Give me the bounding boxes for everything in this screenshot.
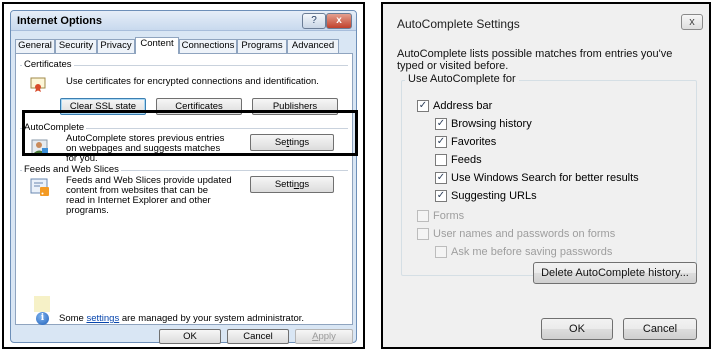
tab-general[interactable]: General <box>15 39 55 53</box>
checkbox-unchecked[interactable] <box>435 154 447 166</box>
checkbox-row[interactable]: Feeds <box>435 154 482 168</box>
content-tab-panel: Certificates Use certificates for encryp… <box>15 53 353 325</box>
delete-autocomplete-history-button[interactable]: Delete AutoComplete history... <box>533 262 697 284</box>
checkbox-unchecked <box>435 246 447 258</box>
admin-managed-note: Some settings are managed by your system… <box>59 313 305 324</box>
autocomplete-settings-dialog: AutoComplete Settings x AutoComplete lis… <box>383 4 709 347</box>
autocomplete-intro-text: AutoComplete lists possible matches from… <box>397 48 673 72</box>
checkbox-checked[interactable]: ✓ <box>435 172 447 184</box>
close-button[interactable]: x <box>326 13 352 29</box>
cancel-button[interactable]: Cancel <box>623 318 697 340</box>
checkbox-row[interactable]: ✓ Favorites <box>435 136 496 150</box>
autocomplete-settings-button[interactable]: Settings <box>250 134 334 151</box>
tab-privacy[interactable]: Privacy <box>97 39 135 53</box>
publishers-button[interactable]: Publishers <box>252 98 338 115</box>
checkbox-label: Ask me before saving passwords <box>451 246 613 258</box>
checkbox-row: User names and passwords on forms <box>417 228 615 242</box>
checkbox-label: Address bar <box>433 100 493 112</box>
certificates-group-label: Certificates <box>22 59 74 70</box>
tab-programs[interactable]: Programs <box>237 39 287 53</box>
ok-button[interactable]: OK <box>541 318 613 340</box>
checkbox-label: Favorites <box>451 136 497 148</box>
yellow-info-strip <box>34 296 50 312</box>
help-button[interactable]: ? <box>302 13 326 29</box>
title-bar: Internet Options ? x <box>11 11 356 31</box>
info-icon: i <box>36 312 49 325</box>
tab-advanced[interactable]: Advanced <box>287 39 339 53</box>
checkbox-row[interactable]: ✓ Browsing history <box>435 118 532 132</box>
checkbox-checked[interactable]: ✓ <box>435 190 447 202</box>
checkbox-label: Feeds <box>451 154 482 166</box>
dialog-title: AutoComplete Settings <box>397 17 520 31</box>
ok-button[interactable]: OK <box>159 329 221 344</box>
dialog-title: Internet Options <box>17 15 102 27</box>
checkbox-label: Forms <box>433 210 465 222</box>
feeds-icon <box>30 178 49 196</box>
cancel-button[interactable]: Cancel <box>227 329 289 344</box>
close-button[interactable]: x <box>681 14 703 30</box>
checkbox-label: User names and passwords on forms <box>433 228 616 240</box>
close-icon: x <box>689 16 695 28</box>
checkbox-row[interactable]: ✓ Use Windows Search for better results <box>435 172 639 186</box>
checkbox-checked[interactable]: ✓ <box>417 100 429 112</box>
checkbox-label: Browsing history <box>451 118 532 130</box>
checkbox-unchecked <box>417 210 429 222</box>
checkbox-label: Suggesting URLs <box>451 190 537 202</box>
checkbox-row[interactable]: ✓ Address bar <box>417 100 492 114</box>
clear-ssl-state-button[interactable]: Clear SSL state <box>60 98 146 115</box>
certificates-button[interactable]: Certificates <box>156 98 242 115</box>
apply-button[interactable]: Apply <box>295 329 353 344</box>
autocomplete-settings-screenshot-frame: AutoComplete Settings x AutoComplete lis… <box>381 2 711 349</box>
internet-options-dialog: Internet Options ? x General Security Pr… <box>10 10 357 344</box>
checkbox-row: Ask me before saving passwords <box>435 246 612 260</box>
tab-content[interactable]: Content <box>135 37 179 54</box>
help-icon: ? <box>311 15 317 26</box>
internet-options-screenshot-frame: Internet Options ? x General Security Pr… <box>2 2 365 349</box>
autocomplete-group-label: AutoComplete <box>22 122 87 133</box>
checkbox-row: Forms <box>417 210 464 224</box>
settings-link[interactable]: settings <box>86 313 119 324</box>
checkbox-row[interactable]: ✓ Suggesting URLs <box>435 190 537 204</box>
certificates-description: Use certificates for encrypted connectio… <box>66 76 319 87</box>
checkbox-checked[interactable]: ✓ <box>435 136 447 148</box>
feeds-group-label: Feeds and Web Slices <box>22 164 121 175</box>
checkbox-checked[interactable]: ✓ <box>435 118 447 130</box>
autocomplete-user-icon <box>31 139 48 155</box>
tab-connections[interactable]: Connections <box>179 39 237 53</box>
checkbox-label: Use Windows Search for better results <box>451 172 639 184</box>
tab-security[interactable]: Security <box>55 39 97 53</box>
close-icon: x <box>336 15 342 26</box>
checkbox-unchecked <box>417 228 429 240</box>
certificate-icon <box>30 77 46 92</box>
feeds-settings-button[interactable]: Settings <box>250 176 334 193</box>
use-autocomplete-group-label: Use AutoComplete for <box>405 73 519 85</box>
